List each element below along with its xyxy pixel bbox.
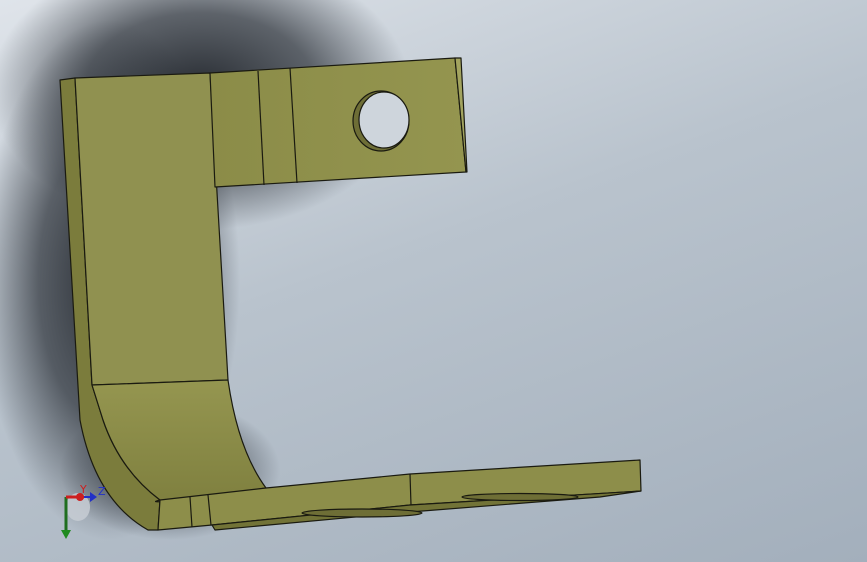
triad-label-y: Y [79,483,87,496]
triad-label-z: Z [98,485,106,498]
triad-arrow-vertical [61,530,71,539]
reference-triad: Y Z [61,483,106,539]
graphics-viewport[interactable]: Y Z [0,0,867,562]
triad-arrow-blue [90,492,97,502]
